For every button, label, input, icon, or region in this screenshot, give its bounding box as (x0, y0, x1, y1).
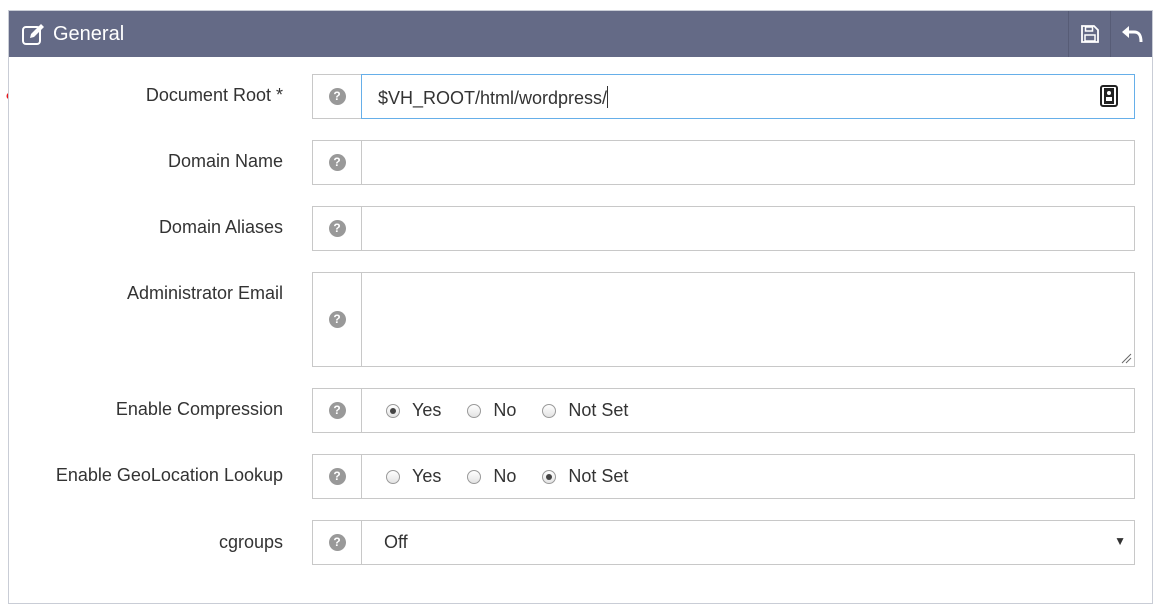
document-root-input[interactable]: $VH_ROOT/html/wordpress/ (361, 74, 1135, 119)
document-root-label: Document Root * (145, 85, 283, 105)
radio-unchecked-icon (542, 403, 557, 418)
floppy-disk-icon (1080, 25, 1099, 43)
radio-unchecked-icon (467, 469, 482, 484)
cgroups-help[interactable]: ? (312, 520, 362, 565)
cgroups-select[interactable]: Off ▼ (361, 520, 1135, 565)
question-icon: ? (328, 88, 346, 105)
panel-header: General (9, 11, 1152, 57)
panel-title: General (53, 23, 125, 45)
domain-name-input[interactable] (361, 140, 1135, 185)
question-icon: ? (328, 468, 346, 485)
enable-geolocation-label: Enable GeoLocation Lookup (55, 465, 283, 485)
compression-no-radio[interactable]: No (467, 400, 516, 421)
radio-checked-icon (386, 403, 400, 418)
radio-checked-icon (542, 469, 557, 484)
domain-aliases-input[interactable] (361, 206, 1135, 251)
back-button[interactable] (1110, 11, 1152, 57)
document-root-value: $VH_ROOT/html/wordpress/ (378, 88, 608, 108)
enable-geolocation-help[interactable]: ? (312, 454, 362, 499)
enable-geolocation-radios: Yes No Not Set (386, 455, 654, 498)
enable-compression-help[interactable]: ? (312, 388, 362, 433)
enable-compression-field: Yes No Not Set (361, 388, 1135, 433)
domain-aliases-label: Domain Aliases (158, 217, 283, 237)
cgroups-selected-value: Off (384, 532, 408, 552)
caret-down-icon: ▼ (1114, 534, 1126, 548)
admin-email-label: Administrator Email (126, 283, 283, 303)
resize-grip-icon[interactable] (1121, 353, 1132, 364)
radio-unchecked-icon (386, 469, 400, 484)
file-browse-icon[interactable] (1100, 85, 1118, 107)
document-root-help[interactable]: ? (312, 74, 362, 119)
domain-aliases-help[interactable]: ? (312, 206, 362, 251)
compression-yes-radio[interactable]: Yes (386, 400, 441, 421)
question-icon: ? (328, 402, 346, 419)
geolocation-yes-radio[interactable]: Yes (386, 466, 441, 487)
edit-icon (22, 24, 44, 45)
geolocation-no-radio[interactable]: No (467, 466, 516, 487)
question-icon: ? (328, 220, 346, 237)
radio-unchecked-icon (467, 403, 482, 418)
admin-email-textarea[interactable] (361, 272, 1135, 367)
text-cursor (607, 86, 609, 108)
enable-geolocation-field: Yes No Not Set (361, 454, 1135, 499)
admin-email-help[interactable]: ? (312, 272, 362, 367)
question-icon: ? (328, 534, 346, 551)
save-button[interactable] (1068, 11, 1110, 57)
geolocation-notset-radio[interactable]: Not Set (542, 466, 628, 487)
cgroups-label: cgroups (218, 532, 283, 552)
enable-compression-label: Enable Compression (115, 399, 283, 419)
compression-notset-radio[interactable]: Not Set (542, 400, 628, 421)
domain-name-label: Domain Name (167, 151, 283, 171)
question-icon: ? (328, 311, 346, 328)
enable-compression-radios: Yes No Not Set (386, 389, 654, 432)
question-icon: ? (328, 154, 346, 171)
domain-name-help[interactable]: ? (312, 140, 362, 185)
undo-arrow-icon (1121, 26, 1142, 43)
